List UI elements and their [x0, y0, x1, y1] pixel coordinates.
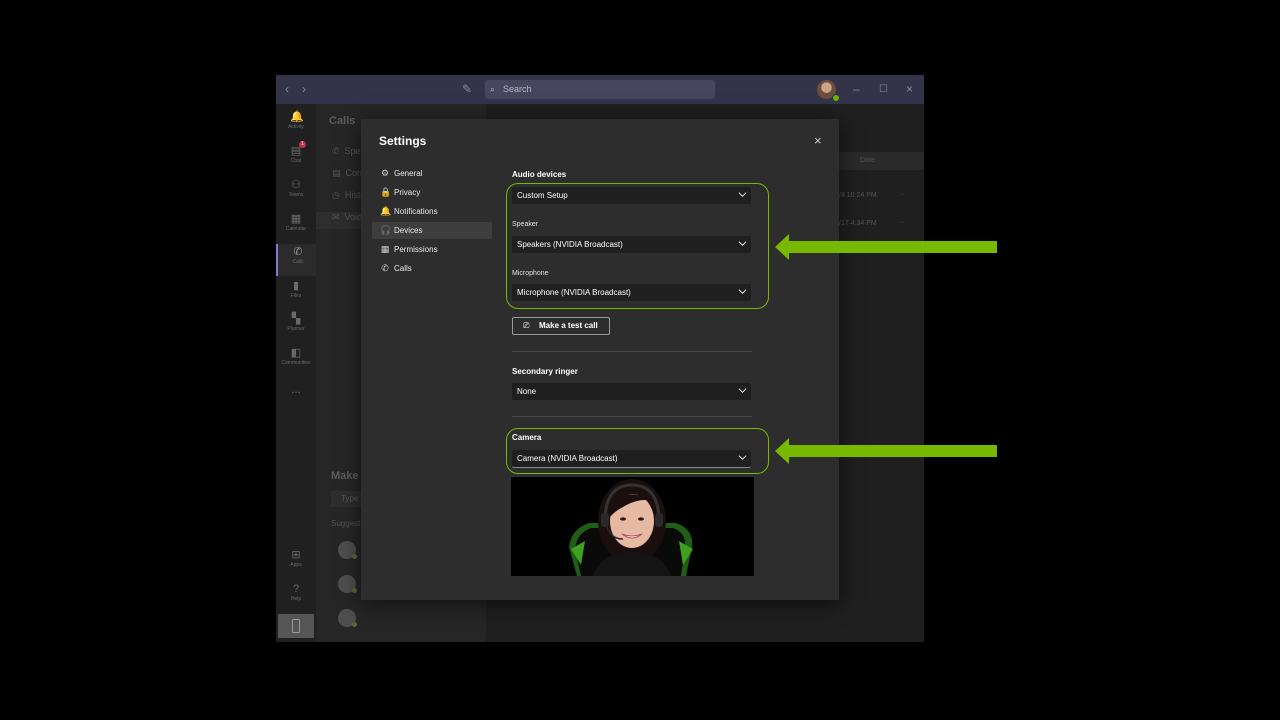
camera-preview-image	[511, 477, 754, 576]
apps-icon: ⊞	[291, 549, 301, 561]
chevron-down-icon	[738, 192, 747, 197]
settings-nav-general[interactable]: ⚙ General	[372, 165, 492, 182]
divider	[512, 351, 752, 352]
camera-select[interactable]: Camera (NVIDIA Broadcast)	[512, 450, 751, 468]
date-column-header: Date	[826, 152, 924, 170]
close-window-icon[interactable]: ×	[906, 75, 913, 104]
more-icon: ...	[291, 384, 301, 396]
secondary-ringer-select[interactable]: None	[512, 383, 751, 400]
communities-icon: ◧	[290, 347, 302, 359]
test-call-icon: ⎚	[523, 321, 530, 330]
rail-item-help[interactable]: ? Help	[276, 581, 316, 613]
presence-dot	[352, 622, 357, 627]
presence-dot	[832, 94, 840, 102]
settings-title: Settings	[379, 134, 427, 148]
calls-nav-contacts[interactable]: ▤ Cont	[332, 168, 365, 179]
rail-item-communities[interactable]: ◧ Communities	[276, 345, 316, 377]
settings-nav-calls[interactable]: ✆ Calls	[372, 260, 492, 277]
rail-item-planner[interactable]: ▚ Planner	[276, 311, 316, 343]
camera-preview	[511, 477, 754, 576]
more-options-icon[interactable]: ···	[898, 191, 905, 198]
permissions-icon: ▦	[380, 244, 390, 254]
device-button[interactable]	[278, 614, 314, 638]
bell-icon: 🔔	[380, 206, 392, 216]
calls-nav-voicemail[interactable]: ✉ Voic	[332, 212, 362, 223]
settings-nav-devices[interactable]: 🎧 Devices	[372, 222, 492, 239]
history-time: /17 4:34 PM	[839, 220, 877, 227]
chevron-down-icon	[738, 455, 747, 460]
chat-badge: 1	[299, 141, 306, 148]
rail-item-chat[interactable]: ▤ Chat	[276, 143, 316, 175]
settings-dialog: Settings × ⚙ General 🔒 Privacy 🔔 Notific…	[361, 119, 839, 600]
forward-arrow-icon[interactable]: ›	[302, 75, 306, 104]
phone-icon: ✆	[381, 263, 389, 273]
calendar-icon: ▦	[290, 213, 302, 225]
rail-item-calendar[interactable]: ▦ Calendar	[276, 211, 316, 243]
chevron-down-icon	[738, 241, 747, 246]
title-bar: ‹ › ✎ ⌕ Search – ☐ ×	[276, 75, 924, 104]
divider	[512, 416, 752, 417]
rail-item-activity[interactable]: 🔔 Activity	[276, 109, 316, 141]
planner-icon: ▚	[291, 313, 301, 325]
more-options-icon[interactable]: ···	[898, 219, 905, 226]
app-rail: 🔔 Activity ▤ Chat 1 ⚇ Teams ▦ Calendar ✆…	[276, 104, 318, 642]
presence-dot	[352, 554, 357, 559]
back-arrow-icon[interactable]: ‹	[285, 75, 289, 104]
settings-nav-notifications[interactable]: 🔔 Notifications	[372, 203, 492, 220]
make-call-heading: Make	[331, 470, 359, 482]
compose-icon[interactable]: ✎	[462, 75, 472, 104]
lock-icon: 🔒	[380, 187, 392, 197]
teams-icon: ⚇	[291, 179, 301, 191]
suggested-heading: Suggest	[331, 519, 361, 528]
bell-icon: 🔔	[290, 111, 304, 123]
chevron-down-icon	[738, 289, 747, 294]
microphone-select[interactable]: Microphone (NVIDIA Broadcast)	[512, 284, 751, 301]
minimize-icon[interactable]: –	[853, 75, 860, 104]
chevron-down-icon	[738, 388, 747, 393]
camera-heading: Camera	[512, 433, 542, 442]
help-icon: ?	[292, 583, 300, 595]
file-icon: ▮	[292, 280, 300, 292]
history-time: /8 10:24 PM	[839, 192, 877, 199]
speaker-select[interactable]: Speakers (NVIDIA Broadcast)	[512, 236, 751, 253]
speaker-label: Speaker	[512, 221, 539, 228]
rail-item-more[interactable]: ...	[276, 382, 316, 414]
audio-devices-heading: Audio devices	[512, 170, 567, 179]
calls-pane-title: Calls	[329, 115, 356, 127]
presence-dot	[352, 588, 357, 593]
settings-nav-permissions[interactable]: ▦ Permissions	[372, 241, 492, 258]
rail-item-calls[interactable]: ✆ Calls	[276, 244, 318, 276]
close-icon[interactable]: ×	[814, 133, 822, 149]
mobile-icon	[292, 619, 300, 633]
secondary-ringer-heading: Secondary ringer	[512, 367, 578, 376]
phone-icon: ✆	[293, 246, 303, 258]
rail-item-teams[interactable]: ⚇ Teams	[276, 177, 316, 209]
audio-devices-select[interactable]: Custom Setup	[512, 187, 751, 204]
green-arrow-camera	[775, 438, 997, 464]
search-icon: ⌕	[490, 84, 496, 94]
green-arrow-speaker	[775, 234, 997, 260]
headset-icon: 🎧	[380, 225, 392, 235]
search-placeholder: Search	[503, 84, 532, 94]
rail-item-files[interactable]: ▮ Files	[276, 278, 316, 310]
settings-nav-privacy[interactable]: 🔒 Privacy	[372, 184, 492, 201]
gear-icon: ⚙	[380, 168, 390, 178]
search-input[interactable]: ⌕ Search	[485, 80, 715, 99]
make-test-call-button[interactable]: ⎚ Make a test call	[512, 317, 610, 335]
rail-item-apps[interactable]: ⊞ Apps	[276, 547, 316, 579]
microphone-label: Microphone	[512, 270, 549, 277]
maximize-icon[interactable]: ☐	[879, 75, 888, 104]
